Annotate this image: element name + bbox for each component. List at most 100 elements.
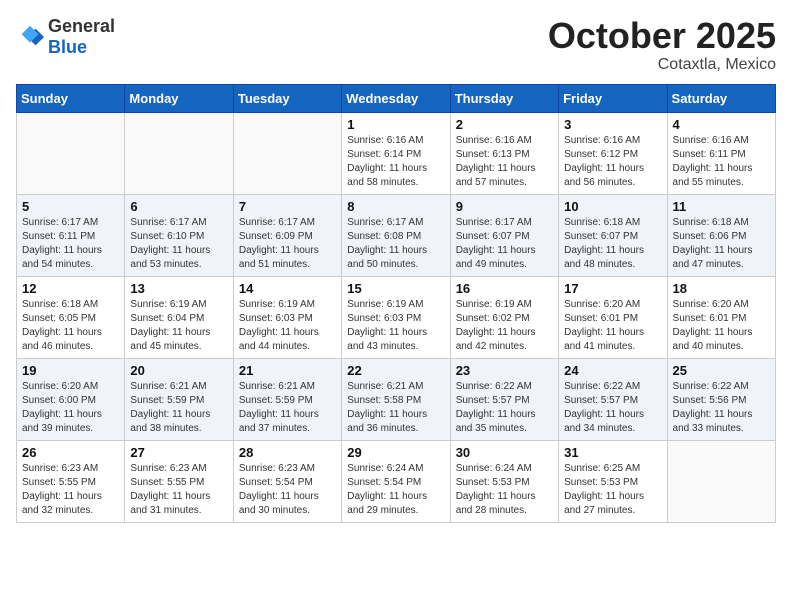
day-info: Sunrise: 6:19 AM Sunset: 6:03 PM Dayligh… <box>347 298 444 354</box>
logo: General Blue <box>16 16 115 58</box>
day-info: Sunrise: 6:16 AM Sunset: 6:12 PM Dayligh… <box>564 134 661 190</box>
calendar-cell: 2 Sunrise: 6:16 AM Sunset: 6:13 PM Daylig… <box>450 112 558 194</box>
calendar-cell: 27Sunrise: 6:23 AM Sunset: 5:55 PM Dayli… <box>125 440 233 522</box>
calendar-cell: 22 Sunrise: 6:21 AM Sunset: 5:58 PM Dayli… <box>342 358 450 440</box>
day-number: 16 <box>456 281 553 296</box>
day-info: Sunrise: 6:19 AM Sunset: 6:03 PM Dayligh… <box>239 298 336 354</box>
day-number: 24 <box>564 363 661 378</box>
calendar-week-row: 5Sunrise: 6:17 AM Sunset: 6:11 PM Daylig… <box>17 194 776 276</box>
day-info: Sunrise: 6:18 AM Sunset: 6:07 PM Dayligh… <box>564 216 661 272</box>
day-info: Sunrise: 6:19 AM Sunset: 6:02 PM Dayligh… <box>456 298 553 354</box>
calendar-cell: 1 Sunrise: 6:16 AM Sunset: 6:14 PM Daylig… <box>342 112 450 194</box>
calendar-week-row: 12Sunrise: 6:18 AM Sunset: 6:05 PM Dayli… <box>17 276 776 358</box>
calendar-cell: 11 Sunrise: 6:18 AM Sunset: 6:06 PM Dayli… <box>667 194 775 276</box>
day-number: 1 <box>347 117 444 132</box>
day-info: Sunrise: 6:22 AM Sunset: 5:57 PM Dayligh… <box>456 380 553 436</box>
day-info: Sunrise: 6:20 AM Sunset: 6:01 PM Dayligh… <box>564 298 661 354</box>
day-number: 9 <box>456 199 553 214</box>
day-number: 22 <box>347 363 444 378</box>
calendar-header-row: SundayMondayTuesdayWednesdayThursdayFrid… <box>17 84 776 112</box>
calendar-cell: 9 Sunrise: 6:17 AM Sunset: 6:07 PM Daylig… <box>450 194 558 276</box>
calendar-cell: 6 Sunrise: 6:17 AM Sunset: 6:10 PM Daylig… <box>125 194 233 276</box>
calendar-cell: 31 Sunrise: 6:25 AM Sunset: 5:53 PM Dayli… <box>559 440 667 522</box>
weekday-header-sunday: Sunday <box>17 84 125 112</box>
day-number: 15 <box>347 281 444 296</box>
day-info: Sunrise: 6:20 AM Sunset: 6:01 PM Dayligh… <box>673 298 770 354</box>
day-number: 13 <box>130 281 227 296</box>
calendar-cell: 26 Sunrise: 6:23 AM Sunset: 5:55 PM Dayli… <box>17 440 125 522</box>
logo-blue-text: Blue <box>48 37 87 57</box>
month-title: October 2025 <box>548 16 776 56</box>
day-number: 17 <box>564 281 661 296</box>
day-number: 12 <box>22 281 119 296</box>
day-info: Sunrise: 6:23 AM Sunset: 5:55 PM Dayligh… <box>22 462 119 518</box>
day-number: 23 <box>456 363 553 378</box>
day-info: Sunrise: 6:17 AM Sunset: 6:10 PM Dayligh… <box>130 216 227 272</box>
day-info: Sunrise: 6:21 AM Sunset: 5:58 PM Dayligh… <box>347 380 444 436</box>
calendar-table: SundayMondayTuesdayWednesdayThursdayFrid… <box>16 84 776 523</box>
calendar-cell: 19Sunrise: 6:20 AM Sunset: 6:00 PM Dayli… <box>17 358 125 440</box>
day-number: 11 <box>673 199 770 214</box>
day-number: 2 <box>456 117 553 132</box>
day-number: 10 <box>564 199 661 214</box>
day-info: Sunrise: 6:21 AM Sunset: 5:59 PM Dayligh… <box>130 380 227 436</box>
day-info: Sunrise: 6:25 AM Sunset: 5:53 PM Dayligh… <box>564 462 661 518</box>
day-number: 27 <box>130 445 227 460</box>
day-number: 20 <box>130 363 227 378</box>
logo-general-text: General <box>48 16 115 36</box>
logo-icon <box>16 23 44 51</box>
weekday-header-tuesday: Tuesday <box>233 84 341 112</box>
calendar-week-row: 19Sunrise: 6:20 AM Sunset: 6:00 PM Dayli… <box>17 358 776 440</box>
day-number: 25 <box>673 363 770 378</box>
weekday-header-wednesday: Wednesday <box>342 84 450 112</box>
day-number: 4 <box>673 117 770 132</box>
day-number: 31 <box>564 445 661 460</box>
day-info: Sunrise: 6:17 AM Sunset: 6:07 PM Dayligh… <box>456 216 553 272</box>
day-info: Sunrise: 6:22 AM Sunset: 5:57 PM Dayligh… <box>564 380 661 436</box>
day-info: Sunrise: 6:24 AM Sunset: 5:54 PM Dayligh… <box>347 462 444 518</box>
day-info: Sunrise: 6:16 AM Sunset: 6:14 PM Dayligh… <box>347 134 444 190</box>
calendar-cell <box>125 112 233 194</box>
weekday-header-monday: Monday <box>125 84 233 112</box>
day-info: Sunrise: 6:22 AM Sunset: 5:56 PM Dayligh… <box>673 380 770 436</box>
day-info: Sunrise: 6:16 AM Sunset: 6:11 PM Dayligh… <box>673 134 770 190</box>
day-info: Sunrise: 6:18 AM Sunset: 6:06 PM Dayligh… <box>673 216 770 272</box>
calendar-cell: 16 Sunrise: 6:19 AM Sunset: 6:02 PM Dayli… <box>450 276 558 358</box>
day-number: 30 <box>456 445 553 460</box>
calendar-cell: 15 Sunrise: 6:19 AM Sunset: 6:03 PM Dayli… <box>342 276 450 358</box>
calendar-cell: 17 Sunrise: 6:20 AM Sunset: 6:01 PM Dayli… <box>559 276 667 358</box>
day-number: 8 <box>347 199 444 214</box>
calendar-cell: 21 Sunrise: 6:21 AM Sunset: 5:59 PM Dayli… <box>233 358 341 440</box>
day-number: 18 <box>673 281 770 296</box>
calendar-cell <box>233 112 341 194</box>
calendar-cell: 25 Sunrise: 6:22 AM Sunset: 5:56 PM Dayli… <box>667 358 775 440</box>
calendar-cell: 12Sunrise: 6:18 AM Sunset: 6:05 PM Dayli… <box>17 276 125 358</box>
weekday-header-saturday: Saturday <box>667 84 775 112</box>
day-info: Sunrise: 6:24 AM Sunset: 5:53 PM Dayligh… <box>456 462 553 518</box>
calendar-cell: 10 Sunrise: 6:18 AM Sunset: 6:07 PM Dayli… <box>559 194 667 276</box>
day-number: 14 <box>239 281 336 296</box>
calendar-cell: 23 Sunrise: 6:22 AM Sunset: 5:57 PM Dayli… <box>450 358 558 440</box>
day-number: 6 <box>130 199 227 214</box>
day-info: Sunrise: 6:16 AM Sunset: 6:13 PM Dayligh… <box>456 134 553 190</box>
calendar-cell: 7 Sunrise: 6:17 AM Sunset: 6:09 PM Daylig… <box>233 194 341 276</box>
day-number: 19 <box>22 363 119 378</box>
calendar-cell: 14 Sunrise: 6:19 AM Sunset: 6:03 PM Dayli… <box>233 276 341 358</box>
weekday-header-friday: Friday <box>559 84 667 112</box>
day-number: 26 <box>22 445 119 460</box>
calendar-cell: 3Sunrise: 6:16 AM Sunset: 6:12 PM Daylig… <box>559 112 667 194</box>
day-info: Sunrise: 6:17 AM Sunset: 6:08 PM Dayligh… <box>347 216 444 272</box>
calendar-cell: 13 Sunrise: 6:19 AM Sunset: 6:04 PM Dayli… <box>125 276 233 358</box>
day-info: Sunrise: 6:19 AM Sunset: 6:04 PM Dayligh… <box>130 298 227 354</box>
calendar-week-row: 1 Sunrise: 6:16 AM Sunset: 6:14 PM Daylig… <box>17 112 776 194</box>
day-info: Sunrise: 6:23 AM Sunset: 5:54 PM Dayligh… <box>239 462 336 518</box>
calendar-cell: 30 Sunrise: 6:24 AM Sunset: 5:53 PM Dayli… <box>450 440 558 522</box>
calendar-cell: 5Sunrise: 6:17 AM Sunset: 6:11 PM Daylig… <box>17 194 125 276</box>
day-info: Sunrise: 6:21 AM Sunset: 5:59 PM Dayligh… <box>239 380 336 436</box>
day-info: Sunrise: 6:17 AM Sunset: 6:09 PM Dayligh… <box>239 216 336 272</box>
calendar-cell: 8 Sunrise: 6:17 AM Sunset: 6:08 PM Daylig… <box>342 194 450 276</box>
day-number: 7 <box>239 199 336 214</box>
day-number: 21 <box>239 363 336 378</box>
calendar-cell: 24 Sunrise: 6:22 AM Sunset: 5:57 PM Dayli… <box>559 358 667 440</box>
day-number: 29 <box>347 445 444 460</box>
